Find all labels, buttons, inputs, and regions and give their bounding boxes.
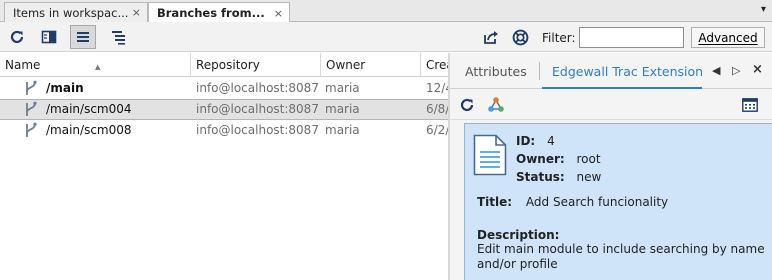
ticket-owner-value: root [576, 152, 601, 166]
split-view-button[interactable] [36, 25, 62, 49]
refresh-icon [10, 30, 24, 44]
tab-branches[interactable]: Branches from... × [148, 2, 290, 23]
tree-view-button[interactable] [106, 25, 132, 49]
branch-repository: info@localhost:8087 [196, 123, 319, 137]
branch-owner: maria [325, 123, 360, 137]
ticket-status-value: new [576, 170, 602, 184]
ticket-owner-label: Owner: [516, 152, 565, 166]
tab-items-in-workspace[interactable]: Items in workspac... × [4, 2, 148, 22]
ticket-title-label: Title: [477, 195, 513, 209]
list-view-icon [77, 32, 89, 42]
branch-owner: maria [325, 81, 360, 95]
branch-created: 6/8/ [426, 102, 448, 116]
network-button[interactable] [486, 95, 506, 115]
column-header-name[interactable]: Name ▲ [0, 53, 191, 77]
branch-name: /main [46, 81, 84, 95]
branch-name: /main/scm008 [46, 123, 132, 137]
active-tab-indicator [542, 87, 702, 89]
calendar-view-button[interactable] [740, 95, 760, 115]
previous-tab-icon[interactable]: ◀ [712, 64, 720, 77]
tab-separator [539, 62, 540, 80]
close-icon[interactable]: × [132, 6, 141, 19]
close-icon[interactable]: × [752, 62, 763, 77]
branch-repository: info@localhost:8087 [196, 81, 319, 95]
branch-icon [26, 101, 37, 116]
branch-created: 12/4 [426, 81, 448, 95]
tab-label: Branches from... [157, 6, 265, 20]
next-tab-icon[interactable]: ▷ [732, 64, 740, 77]
ticket-id-value: 4 [547, 134, 555, 148]
column-header-label: Name [5, 58, 41, 72]
table-row[interactable]: /main/scm004 info@localhost:8087 maria 6… [0, 99, 448, 120]
chevron-down-icon[interactable]: ▾ [761, 4, 766, 15]
ticket-status: Status: new [516, 170, 601, 184]
ticket-owner: Owner: root [516, 152, 601, 166]
column-header-owner[interactable]: Owner [321, 53, 421, 77]
column-header-label: Repository [196, 58, 260, 72]
list-view-button[interactable] [70, 25, 96, 49]
advanced-button[interactable]: Advanced [691, 27, 765, 48]
sort-ascending-icon: ▲ [95, 63, 101, 71]
column-header-label: Crea [426, 58, 448, 72]
open-external-icon [484, 31, 498, 44]
panel-refresh-button[interactable] [457, 95, 477, 115]
ticket-id: ID: 4 [516, 134, 555, 148]
table-header: Name ▲ Repository Owner Crea [0, 53, 448, 77]
branch-owner: maria [325, 102, 360, 116]
network-icon [488, 97, 504, 112]
close-icon[interactable]: × [274, 7, 283, 20]
ticket-status-label: Status: [516, 170, 565, 184]
document-icon [473, 134, 507, 176]
ticket-description-label: Description: [477, 228, 560, 242]
calendar-view-icon [742, 98, 758, 112]
column-header-created[interactable]: Crea [421, 53, 448, 77]
tab-attributes[interactable]: Attributes [465, 64, 527, 79]
tree-view-icon [112, 31, 125, 45]
ticket-card: ID: 4 Owner: root Status: new Title: Add… [464, 123, 772, 280]
ticket-description-heading: Description: [477, 228, 559, 242]
ticket-title: Title: Add Search funcionality [477, 195, 668, 209]
branch-created: 6/2/ [426, 123, 448, 137]
ticket-description-text: Edit main module to include searching by… [477, 242, 765, 271]
column-header-label: Owner [326, 58, 366, 72]
branch-icon [26, 122, 37, 137]
extension-panel: Attributes Edgewall Trac Extension ◀ ▷ × [450, 53, 772, 280]
branch-name: /main/scm004 [46, 102, 132, 116]
panel-tabs: Attributes Edgewall Trac Extension ◀ ▷ × [450, 53, 772, 89]
panel-toolbar [450, 90, 772, 120]
branch-repository: info@localhost:8087 [196, 102, 319, 116]
table-row[interactable]: /main info@localhost:8087 maria 12/4 [0, 78, 448, 99]
ticket-id-label: ID: [516, 134, 536, 148]
table-row[interactable]: /main/scm008 info@localhost:8087 maria 6… [0, 120, 448, 141]
split-view-icon [41, 30, 57, 44]
filter-input[interactable] [579, 27, 684, 48]
tab-label: Items in workspac... [13, 5, 128, 20]
branches-table: Name ▲ Repository Owner Crea /main info@… [0, 53, 448, 280]
refresh-icon [460, 98, 474, 112]
open-external-button[interactable] [478, 25, 504, 49]
ticket-title-value: Add Search funcionality [525, 195, 669, 209]
toolbar: Filter: Advanced [0, 22, 772, 52]
editor-tab-strip: Items in workspac... × Branches from... … [0, 0, 772, 23]
branch-icon [26, 80, 37, 95]
help-button[interactable] [507, 25, 533, 49]
filter-label: Filter: [542, 31, 576, 45]
refresh-button[interactable] [4, 25, 30, 49]
help-lifebuoy-icon [512, 29, 528, 45]
tab-edgewall-trac-extension[interactable]: Edgewall Trac Extension [552, 64, 703, 79]
column-header-repository[interactable]: Repository [191, 53, 321, 77]
